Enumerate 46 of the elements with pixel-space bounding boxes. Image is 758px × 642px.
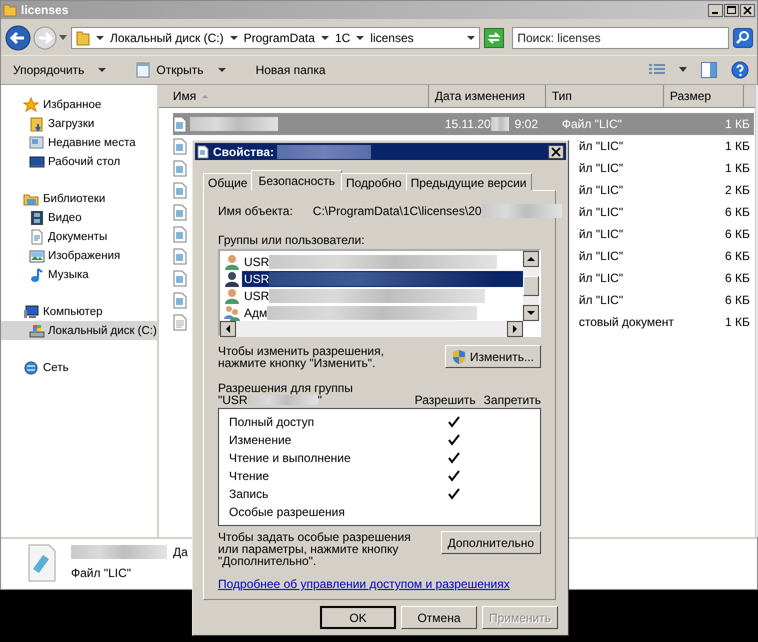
- dialog-title: Свойства:: [213, 144, 274, 158]
- type-cell-text: йл "LIC": [578, 161, 624, 175]
- field-label: Имя объекта:: [218, 204, 293, 218]
- type-cell-text: йл "LIC": [578, 205, 624, 219]
- window-title: licenses: [21, 3, 70, 17]
- size-cell-text: 1 КБ: [724, 161, 751, 175]
- user-name: USR: [244, 288, 270, 302]
- size-cell-text: 1 КБ: [724, 139, 751, 153]
- permission-name: Чтение: [229, 469, 270, 483]
- type-cell-text: йл "LIC": [578, 293, 624, 307]
- size-cell-text: 2 КБ: [724, 183, 751, 197]
- size-cell-text: 6 КБ: [724, 205, 751, 219]
- object-path: C:\ProgramData\1C\licenses\20: [312, 204, 482, 218]
- size-cell-text: 6 КБ: [724, 271, 751, 285]
- permission-name: Чтение и выполнение: [229, 451, 352, 465]
- file-type-text: Файл "LIC": [71, 566, 132, 580]
- group-name: ": [318, 394, 322, 406]
- permission-name: Изменение: [229, 433, 292, 447]
- group-name: "USR: [218, 394, 248, 406]
- permission-name: Особые разрешения: [229, 505, 346, 519]
- type-cell-text: Файл "LIC": [560, 117, 623, 131]
- user-name: Адм: [244, 306, 268, 320]
- type-cell-text: йл "LIC": [578, 271, 624, 285]
- user-name: USR: [244, 272, 270, 286]
- permission-name: Полный доступ: [229, 415, 316, 429]
- date-cell: 15.11.20: [444, 117, 491, 131]
- permission-name: Запись: [229, 487, 270, 501]
- hint-text: Чтобы изменить разрешения, нажмите кнопку "Изменить".: [218, 345, 385, 369]
- size-cell-text: 1 КБ: [724, 315, 751, 329]
- hint-text: Чтобы задать особые разрешения или параметры, нажмите кнопку "Дополнительно".: [218, 531, 412, 567]
- column-header: Запретить: [484, 394, 541, 406]
- size-cell-text: 6 КБ: [724, 293, 751, 307]
- type-cell-text: йл "LIC": [578, 249, 624, 263]
- type-cell-text: йл "LIC": [578, 183, 624, 197]
- size-cell-text: 1 КБ: [724, 117, 751, 131]
- type-cell-text: йл "LIC": [578, 227, 624, 241]
- size-cell-text: 6 КБ: [724, 249, 751, 263]
- user-name: USR: [244, 254, 270, 268]
- size-cell-text: 6 КБ: [724, 227, 751, 241]
- column-header: Разрешить: [414, 394, 476, 406]
- type-cell-text: йл "LIC": [578, 139, 624, 153]
- field-label: Группы или пользователи:: [218, 233, 366, 247]
- time-cell: 9:02: [514, 117, 538, 131]
- permissions-title: Разрешения для группы: [218, 382, 354, 394]
- type-cell-text: стовый документ: [578, 315, 674, 329]
- detail-label: Да: [173, 545, 188, 559]
